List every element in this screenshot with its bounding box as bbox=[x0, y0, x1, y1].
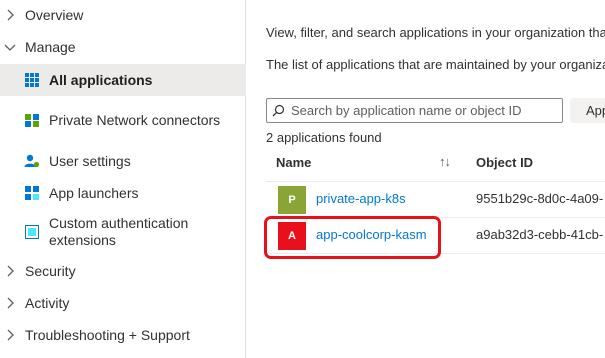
nav-activity[interactable]: Activity bbox=[0, 292, 246, 314]
column-header-name[interactable]: Name bbox=[276, 155, 311, 170]
app-name-link[interactable]: private-app-k8s bbox=[316, 191, 406, 206]
sidebar-item-all-applications[interactable]: All applications bbox=[0, 64, 246, 96]
sidebar-item-user-settings[interactable]: User settings bbox=[0, 150, 246, 172]
network-connector-icon bbox=[24, 112, 40, 128]
object-id-cell: a9ab32d3-cebb-41cb- bbox=[476, 227, 604, 242]
sidebar-item-label: App launchers bbox=[49, 184, 139, 201]
sidebar-item-private-network-connectors[interactable]: Private Network connectors bbox=[0, 102, 246, 138]
sidebar-item-label: User settings bbox=[49, 152, 131, 169]
app-avatar: P bbox=[278, 186, 306, 214]
search-input[interactable]: Search by application name or object ID bbox=[266, 98, 563, 123]
column-header-object-id[interactable]: Object ID bbox=[476, 155, 533, 170]
sidebar-item-label: All applications bbox=[49, 71, 153, 88]
app-launcher-icon bbox=[24, 185, 40, 201]
filter-pill-button[interactable]: App bbox=[570, 98, 605, 123]
sidebar-item-custom-authentication-extensions[interactable]: Custom authentication extensions bbox=[0, 214, 246, 250]
page-description-secondary: The list of applications that are mainta… bbox=[266, 57, 605, 72]
chevron-right-icon bbox=[4, 329, 16, 341]
extension-icon bbox=[24, 224, 40, 240]
chevron-right-icon bbox=[4, 9, 16, 21]
nav-troubleshooting[interactable]: Troubleshooting + Support bbox=[0, 324, 246, 346]
search-icon bbox=[267, 99, 289, 122]
nav-troubleshooting-label: Troubleshooting + Support bbox=[25, 327, 190, 343]
sort-icon[interactable]: ↑↓ bbox=[439, 154, 451, 169]
nav-overview[interactable]: Overview bbox=[0, 4, 246, 26]
nav-security[interactable]: Security bbox=[0, 260, 246, 282]
chevron-right-icon bbox=[4, 297, 16, 309]
user-settings-icon bbox=[24, 153, 40, 169]
search-placeholder: Search by application name or object ID bbox=[291, 103, 522, 118]
sidebar-item-label: Custom authentication extensions bbox=[49, 215, 189, 248]
highlight-annotation bbox=[264, 216, 441, 259]
filter-pill-label: App bbox=[586, 103, 605, 118]
nav-overview-label: Overview bbox=[25, 7, 84, 23]
sidebar: Overview Manage All applications Private… bbox=[0, 0, 246, 358]
chevron-down-icon bbox=[4, 41, 16, 53]
results-count: 2 applications found bbox=[266, 130, 382, 145]
chevron-right-icon bbox=[4, 265, 16, 277]
grid-icon bbox=[24, 72, 40, 88]
nav-manage-label: Manage bbox=[25, 39, 76, 55]
nav-security-label: Security bbox=[25, 263, 76, 279]
main-content: View, filter, and search applications in… bbox=[247, 0, 605, 358]
table-row[interactable]: P private-app-k8s 9551b29c-8d0c-4a09- bbox=[266, 182, 605, 218]
sidebar-item-label: Private Network connectors bbox=[49, 111, 221, 128]
sidebar-item-app-launchers[interactable]: App launchers bbox=[0, 182, 246, 204]
nav-manage[interactable]: Manage bbox=[0, 36, 246, 58]
nav-activity-label: Activity bbox=[25, 295, 70, 311]
object-id-cell: 9551b29c-8d0c-4a09- bbox=[476, 191, 604, 206]
page-description: View, filter, and search applications in… bbox=[266, 25, 605, 40]
